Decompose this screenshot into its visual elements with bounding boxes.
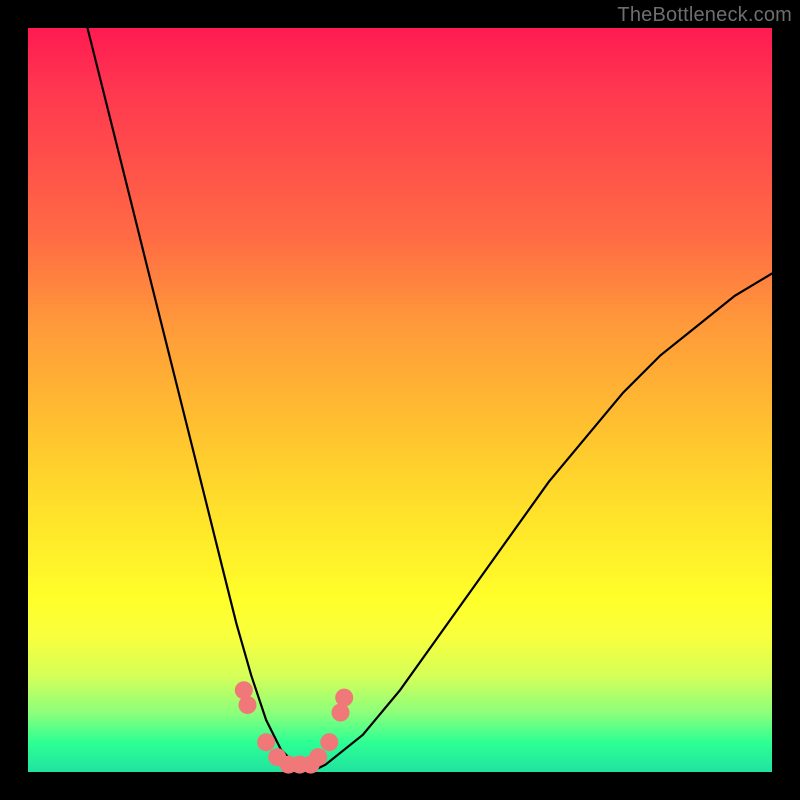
chart-frame: TheBottleneck.com: [0, 0, 800, 800]
highlight-dot: [239, 696, 257, 714]
highlight-dot: [257, 733, 275, 751]
watermark-text: TheBottleneck.com: [617, 4, 792, 27]
highlight-dots: [235, 681, 353, 773]
highlight-dot: [320, 733, 338, 751]
chart-svg: [28, 28, 772, 772]
highlight-dot: [309, 748, 327, 766]
chart-plot-area: [28, 28, 772, 772]
bottleneck-curve: [88, 28, 773, 772]
highlight-dot: [335, 689, 353, 707]
